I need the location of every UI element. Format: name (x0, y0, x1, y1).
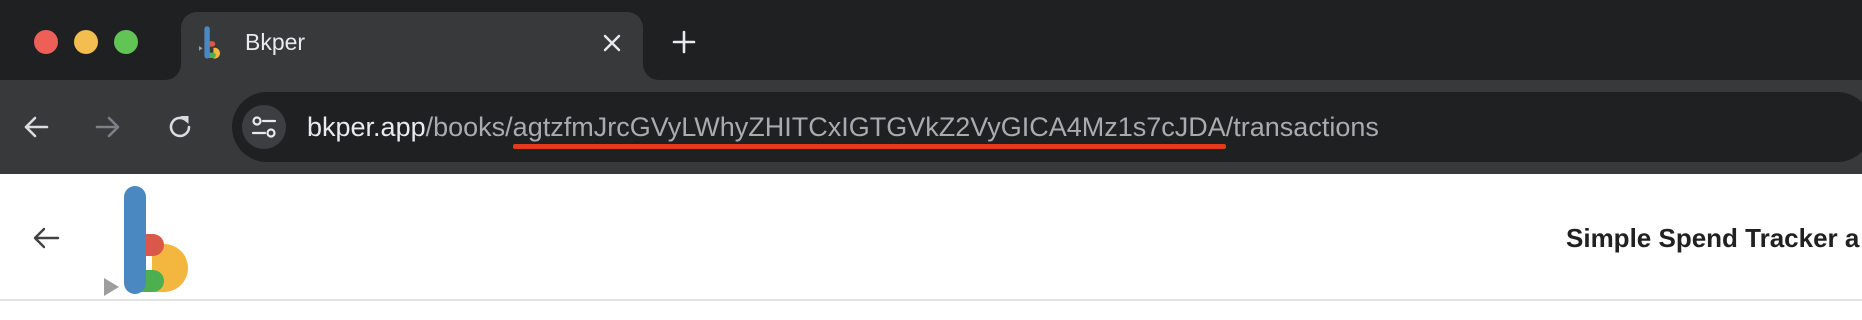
close-icon[interactable] (599, 30, 625, 56)
reload-icon[interactable] (159, 106, 201, 148)
page-header: Simple Spend Tracker a (0, 174, 1862, 320)
zoom-window-button[interactable] (114, 30, 138, 54)
bkper-logo-icon[interactable] (100, 186, 200, 298)
back-arrow-icon[interactable] (28, 220, 64, 256)
book-title: Simple Spend Tracker a (1566, 223, 1860, 253)
url-path-prefix: /books/ (425, 112, 513, 142)
back-arrow-icon[interactable] (15, 106, 57, 148)
close-window-button[interactable] (34, 30, 58, 54)
tab-title: Bkper (245, 29, 306, 55)
site-settings-tune-icon[interactable] (242, 105, 286, 149)
tab-strip: Bkper (0, 0, 1862, 80)
tab-edge-right (643, 64, 659, 80)
url-text[interactable]: bkper.app/books/agtzfmJrcGVyLWhyZHITCxIG… (307, 112, 1379, 142)
bkper-favicon-icon (199, 26, 229, 60)
url-path-suffix: /transactions (1225, 112, 1379, 142)
forward-arrow-icon[interactable] (87, 106, 129, 148)
minimize-window-button[interactable] (74, 30, 98, 54)
browser-toolbar: bkper.app/books/agtzfmJrcGVyLWhyZHITCxIG… (0, 80, 1862, 174)
url-host: bkper.app (307, 112, 426, 142)
header-divider (0, 299, 1862, 301)
tab-edge-left (165, 64, 181, 80)
new-tab-plus-icon[interactable] (666, 24, 702, 60)
address-bar[interactable]: bkper.app/books/agtzfmJrcGVyLWhyZHITCxIG… (232, 92, 1862, 162)
url-book-id-underlined: agtzfmJrcGVyLWhyZHITCxIGTGVkZ2VyGICA4Mz1… (512, 112, 1226, 142)
tab-bkper[interactable]: Bkper (165, 12, 659, 80)
